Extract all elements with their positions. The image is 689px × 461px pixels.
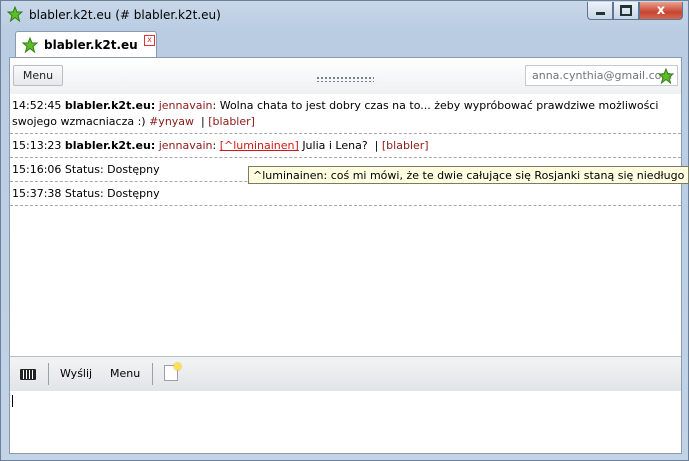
star-icon: [658, 68, 674, 84]
status-text: Status: Dostępny: [64, 187, 160, 200]
message-source[interactable]: [blabler]: [208, 115, 255, 128]
star-icon: [22, 37, 38, 53]
message-log[interactable]: 14:52:45 blabler.k2t.eu: jennavain: Woln…: [10, 94, 681, 356]
input-toolbar: Wyślij Menu: [10, 356, 681, 392]
resize-grip[interactable]: [316, 76, 374, 82]
keyboard-icon[interactable]: [20, 369, 36, 380]
account-email: anna.cynthia@gmail.com: [532, 69, 673, 82]
minimize-icon: [595, 12, 605, 15]
maximize-icon: [620, 5, 632, 16]
title-bar[interactable]: blabler.k2t.eu (# blabler.k2t.eu) x: [1, 1, 688, 29]
tab-bar: blabler.k2t.eu x: [9, 31, 682, 58]
toolbar-divider: [48, 363, 49, 385]
message-time: 15:13:23: [12, 139, 62, 152]
window-title: blabler.k2t.eu (# blabler.k2t.eu): [29, 8, 221, 22]
message-hashtag[interactable]: #ynyaw: [149, 115, 194, 128]
message-tooltip: ^luminainen: coś mi mówi, że te dwie cał…: [248, 166, 689, 184]
message-source[interactable]: [blabler]: [382, 139, 429, 152]
message-row: 15:13:23 blabler.k2t.eu: jennavain: [^lu…: [10, 134, 681, 158]
message-row: 15:37:38 Status: Dostępny: [10, 182, 681, 206]
message-input[interactable]: [10, 391, 681, 453]
window-controls: x: [587, 2, 683, 20]
chat-toolbar: Menu anna.cynthia@gmail.com: [10, 58, 681, 95]
message-channel: blabler.k2t.eu: [64, 139, 151, 152]
app-window: blabler.k2t.eu (# blabler.k2t.eu) x blab…: [0, 0, 689, 461]
message-text: Julia i Lena?: [302, 139, 368, 152]
message-row: 14:52:45 blabler.k2t.eu: jennavain: Woln…: [10, 94, 681, 134]
message-author[interactable]: jennavain: [159, 139, 213, 152]
maximize-button[interactable]: [613, 2, 639, 20]
message-time: 14:52:45: [12, 99, 62, 112]
input-menu-button[interactable]: Menu: [110, 367, 140, 380]
tab-blabler[interactable]: blabler.k2t.eu x: [15, 31, 157, 58]
message-channel: blabler.k2t.eu: [64, 99, 151, 112]
message-time: 15:16:06: [12, 163, 62, 176]
status-text: Status: Dostępny: [64, 163, 160, 176]
minimize-button[interactable]: [587, 2, 613, 20]
close-button[interactable]: x: [639, 2, 683, 20]
message-time: 15:37:38: [12, 187, 62, 200]
new-note-icon[interactable]: [164, 363, 181, 381]
tab-close-icon[interactable]: x: [144, 35, 155, 46]
star-icon: [7, 6, 23, 22]
text-caret: [12, 395, 13, 407]
menu-button[interactable]: Menu: [13, 65, 63, 86]
toolbar-divider: [152, 363, 153, 385]
account-selector[interactable]: anna.cynthia@gmail.com: [525, 65, 678, 86]
tab-label: blabler.k2t.eu: [44, 38, 138, 52]
chat-panel: Menu anna.cynthia@gmail.com 14:52:45 bla…: [9, 57, 682, 454]
close-icon: x: [656, 3, 666, 18]
message-author[interactable]: jennavain: [159, 99, 213, 112]
message-mention-link[interactable]: [^luminainen]: [220, 139, 299, 152]
send-button[interactable]: Wyślij: [60, 367, 92, 380]
